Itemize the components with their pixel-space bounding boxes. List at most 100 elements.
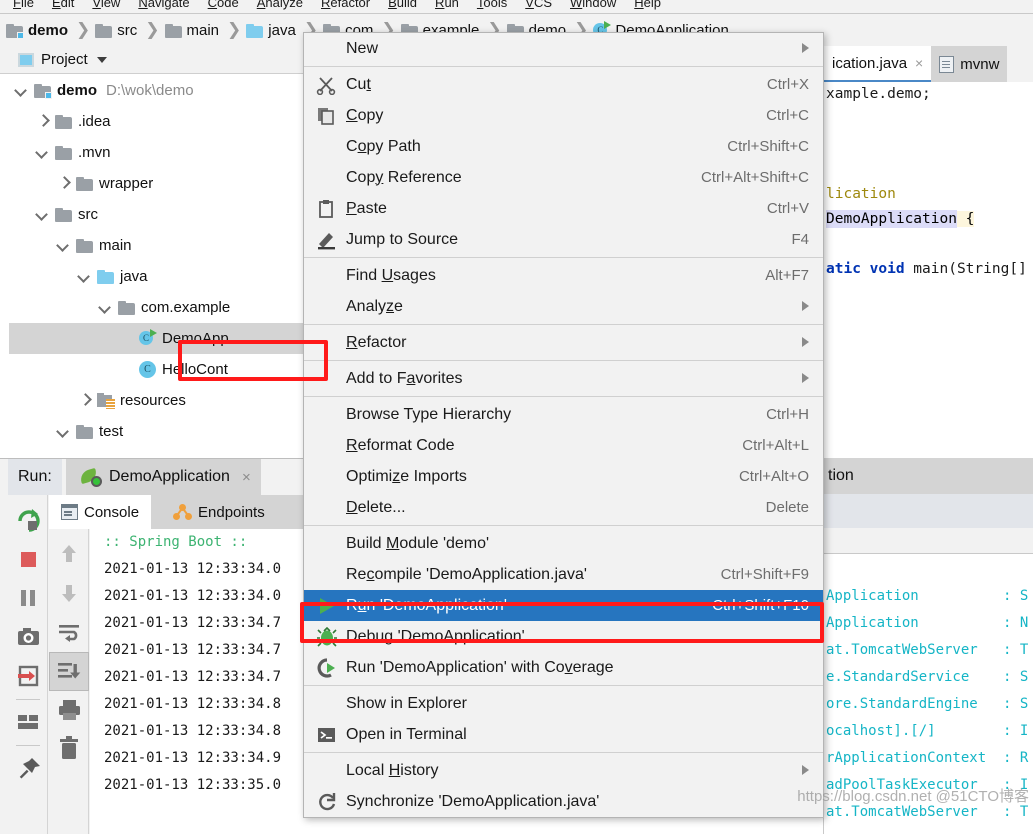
menu-item-new[interactable]: New (304, 33, 823, 64)
right-log-tab[interactable]: tion (824, 458, 1033, 494)
menu-tools[interactable]: Tools (468, 0, 516, 10)
menu-item-copy-reference[interactable]: Copy Reference Ctrl+Alt+Shift+C (304, 162, 823, 193)
expand-arrow-icon[interactable] (78, 394, 91, 407)
context-menu[interactable]: New Cut Ctrl+X Copy Ctrl+C Copy Path Ctrl+Shif… (303, 32, 824, 818)
menu-item-run-demoapplication[interactable]: Run 'DemoApplication' Ctrl+Shift+F10 (304, 590, 823, 621)
export-icon[interactable] (8, 657, 48, 696)
menu-item-build-module-demo[interactable]: Build Module 'demo' (304, 528, 823, 559)
trash-icon[interactable] (49, 730, 89, 769)
editor-tab-mvnw[interactable]: mvnw (931, 46, 1008, 82)
resources-folder-icon (97, 393, 115, 409)
menu-item-copy-path[interactable]: Copy Path Ctrl+Shift+C (304, 131, 823, 162)
menu-item-run-demoapplication-with-coverage[interactable]: Run 'DemoApplication' with Coverage (304, 652, 823, 683)
menu-item-debug-demoapplication[interactable]: Debug 'DemoApplication' (304, 621, 823, 652)
menu-item-shortcut: Ctrl+Shift+F9 (720, 566, 809, 583)
project-pane-header[interactable]: Project (0, 46, 310, 74)
close-icon[interactable]: × (242, 470, 251, 485)
right-log-line: Application : S (826, 588, 1029, 604)
pause-icon[interactable] (8, 579, 48, 618)
collapse-arrow-icon[interactable] (99, 301, 112, 314)
console-toolbar[interactable] (48, 529, 89, 834)
menu-build[interactable]: Build (379, 0, 426, 10)
menu-icon-placeholder (316, 565, 338, 585)
menu-item-delete[interactable]: Delete... Delete (304, 492, 823, 523)
run-configuration-tab[interactable]: DemoApplication × (66, 459, 261, 495)
soft-wrap-icon[interactable] (49, 613, 89, 652)
menu-item-jump-to-source[interactable]: Jump to Source F4 (304, 224, 823, 255)
scroll-to-end-icon[interactable] (48, 652, 89, 691)
tree-node-wrapper[interactable]: wrapper (9, 168, 309, 199)
menu-item-paste[interactable]: Paste Ctrl+V (304, 193, 823, 224)
menu-item-browse-type-hierarchy[interactable]: Browse Type Hierarchy Ctrl+H (304, 399, 823, 430)
menu-item-local-history[interactable]: Local History (304, 755, 823, 786)
divider (15, 699, 40, 700)
menu-item-optimize-imports[interactable]: Optimize Imports Ctrl+Alt+O (304, 461, 823, 492)
menu-item-refactor[interactable]: Refactor (304, 327, 823, 358)
menu-item-cut[interactable]: Cut Ctrl+X (304, 69, 823, 100)
expand-arrow-icon[interactable] (57, 177, 70, 190)
collapse-arrow-icon[interactable] (36, 146, 49, 159)
collapse-arrow-icon[interactable] (78, 270, 91, 283)
collapse-arrow-icon[interactable] (36, 208, 49, 221)
pin-icon[interactable] (8, 749, 48, 788)
breadcrumb-item-src[interactable]: src (95, 22, 137, 39)
menu-window[interactable]: Window (561, 0, 625, 10)
editor-tab-bar[interactable]: ication.java × mvnw (824, 46, 1033, 82)
project-tree[interactable]: demo D:\wok\demo .idea .mvn wrapper src main ja… (9, 75, 309, 458)
editor-tab-ication-java[interactable]: ication.java × (824, 46, 932, 82)
menu-view[interactable]: View (83, 0, 129, 10)
tree-node-java[interactable]: java (9, 261, 309, 292)
tree-node-src[interactable]: src (9, 199, 309, 230)
tree-node--idea[interactable]: .idea (9, 106, 309, 137)
menu-vcs[interactable]: VCS (516, 0, 561, 10)
tree-node--mvn[interactable]: .mvn (9, 137, 309, 168)
tree-node-test[interactable]: test (9, 416, 309, 447)
menu-item-copy[interactable]: Copy Ctrl+C (304, 100, 823, 131)
tree-node-resources[interactable]: resources (9, 385, 309, 416)
tab-console[interactable]: Console (49, 495, 152, 529)
menu-analyze[interactable]: Analyze (248, 0, 312, 10)
tree-node-demo[interactable]: demo D:\wok\demo (9, 75, 309, 106)
camera-icon[interactable] (8, 618, 48, 657)
expand-arrow-icon[interactable] (36, 115, 49, 128)
main-menu-bar[interactable]: File Edit View Navigate Code Analyze Refactor B… (0, 0, 1033, 14)
stop-icon[interactable] (8, 540, 48, 579)
tree-node-demoapp[interactable]: C DemoApp (9, 323, 309, 354)
code-view[interactable]: xample.demo; lication DemoApplication { … (824, 82, 1033, 458)
collapse-arrow-icon[interactable] (57, 425, 70, 438)
chevron-down-icon[interactable] (96, 56, 107, 63)
menu-item-find-usages[interactable]: Find Usages Alt+F7 (304, 260, 823, 291)
breadcrumb-item-demo[interactable]: demo (6, 22, 68, 39)
collapse-arrow-icon[interactable] (57, 239, 70, 252)
scroll-down-icon[interactable] (49, 574, 89, 613)
menu-item-analyze[interactable]: Analyze (304, 291, 823, 322)
menu-item-label: Browse Type Hierarchy (346, 405, 512, 423)
run-sidebar-toolbar[interactable] (8, 495, 48, 834)
rerun-icon[interactable] (8, 501, 48, 540)
collapse-arrow-icon[interactable] (15, 84, 28, 97)
breadcrumb-item-java[interactable]: java (246, 22, 296, 39)
tab-endpoints[interactable]: Endpoints (161, 495, 277, 529)
scroll-up-icon[interactable] (49, 535, 89, 574)
menu-item-add-to-favorites[interactable]: Add to Favorites (304, 363, 823, 394)
menu-item-show-in-explorer[interactable]: Show in Explorer (304, 688, 823, 719)
menu-refactor[interactable]: Refactor (312, 0, 379, 10)
close-icon[interactable]: × (915, 55, 923, 71)
menu-item-open-in-terminal[interactable]: Open in Terminal (304, 719, 823, 750)
menu-code[interactable]: Code (199, 0, 248, 10)
right-log-subtab-bar[interactable] (824, 494, 1033, 528)
menu-item-reformat-code[interactable]: Reformat Code Ctrl+Alt+L (304, 430, 823, 461)
menu-item-synchronize-demoapplication-java[interactable]: Synchronize 'DemoApplication.java' (304, 786, 823, 817)
tree-node-com-example[interactable]: com.example (9, 292, 309, 323)
menu-run[interactable]: Run (426, 0, 468, 10)
menu-help[interactable]: Help (625, 0, 670, 10)
layout-icon[interactable] (8, 703, 48, 742)
tree-node-hellocont[interactable]: C HelloCont (9, 354, 309, 385)
print-icon[interactable] (49, 691, 89, 730)
tree-node-main[interactable]: main (9, 230, 309, 261)
menu-file[interactable]: File (4, 0, 43, 10)
breadcrumb-item-main[interactable]: main (164, 22, 219, 39)
menu-item-recompile-demoapplication-java[interactable]: Recompile 'DemoApplication.java' Ctrl+Shi… (304, 559, 823, 590)
menu-navigate[interactable]: Navigate (129, 0, 198, 10)
menu-edit[interactable]: Edit (43, 0, 83, 10)
